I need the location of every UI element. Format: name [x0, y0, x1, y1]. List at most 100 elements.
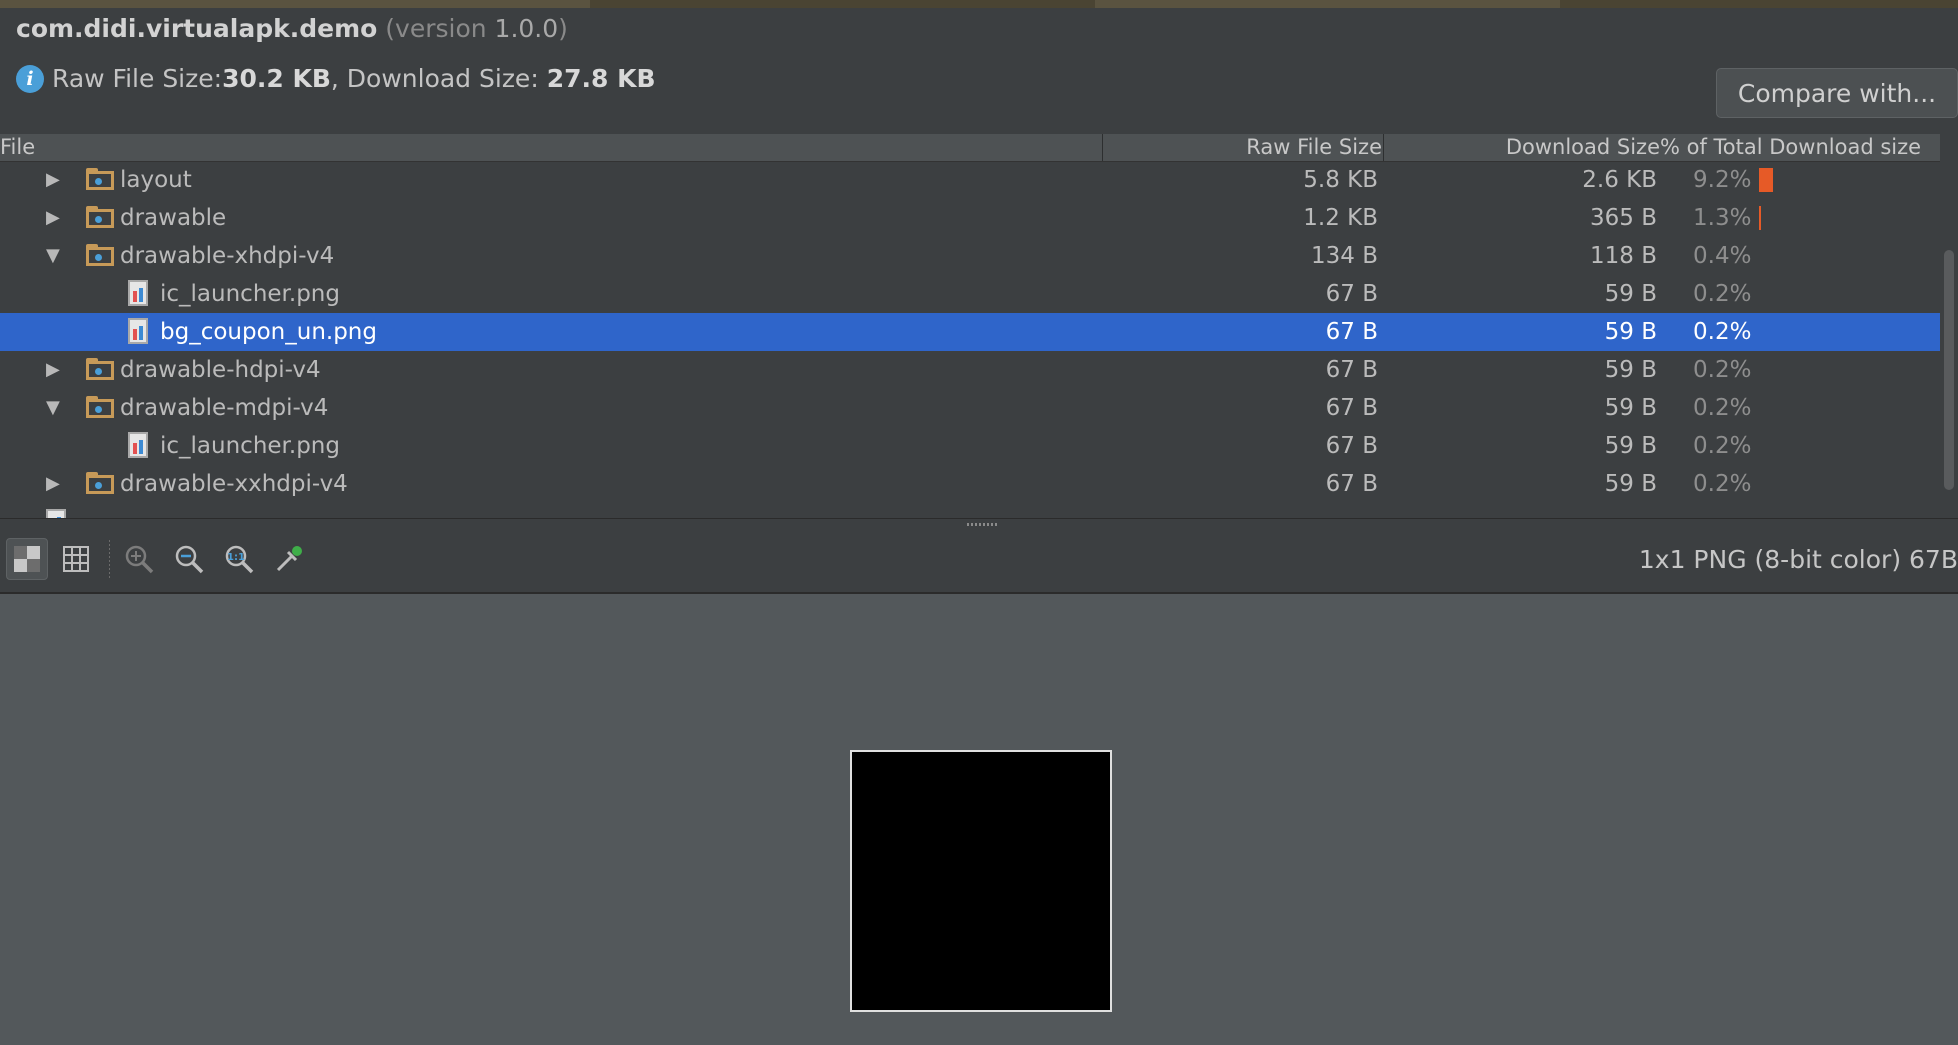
- tree-folder-row[interactable]: ▶ layout 5.8 KB 2.6 KB 9.2%: [0, 162, 1940, 199]
- folder-icon: [86, 396, 114, 418]
- download-size-cell: 59 B: [1604, 319, 1657, 345]
- folder-icon: [86, 206, 114, 228]
- folder-icon: [86, 472, 114, 494]
- raw-size-cell: 5.8 KB: [1303, 167, 1378, 193]
- download-size-cell: 59 B: [1604, 395, 1657, 421]
- zoom-in-button[interactable]: [118, 538, 160, 580]
- percent-cell: 0.2%: [1693, 319, 1752, 345]
- window-top-edge: [0, 0, 1958, 8]
- table-scrollbar[interactable]: [1944, 250, 1954, 490]
- tree-folder-row[interactable]: ▶ drawable-xxhdpi-v4 67 B 59 B 0.2%: [0, 465, 1940, 503]
- tree-file-row[interactable]: bg_coupon_un.png 67 B 59 B 0.2%: [0, 313, 1940, 351]
- file-name: drawable-mdpi-v4: [120, 395, 329, 421]
- file-tree-table: ▶ layout 5.8 KB 2.6 KB 9.2% ▶ drawable 1.2 KB 36…: [0, 162, 1940, 518]
- raw-size-cell: 67 B: [1325, 357, 1378, 383]
- toolbar-separator: [109, 540, 110, 580]
- expand-arrow-icon[interactable]: ▶: [46, 162, 66, 199]
- folder-icon: [86, 244, 114, 266]
- raw-size-cell: 134 B: [1311, 243, 1378, 269]
- raw-size-cell: 1.2 KB: [1303, 205, 1378, 231]
- image-info-label: 1x1 PNG (8-bit color) 67B: [1638, 545, 1958, 574]
- zoom-out-button[interactable]: [168, 538, 210, 580]
- download-size-cell: 2.6 KB: [1582, 167, 1657, 193]
- actual-size-button[interactable]: 1:1: [218, 538, 260, 580]
- file-name: drawable: [120, 205, 227, 231]
- file-name: drawable-xhdpi-v4: [120, 243, 335, 269]
- expand-arrow-icon[interactable]: ▶: [46, 465, 66, 503]
- file-name: layout: [120, 167, 192, 193]
- color-picker-button[interactable]: [268, 538, 310, 580]
- download-size-cell: 59 B: [1604, 357, 1657, 383]
- tree-folder-row[interactable]: ▼ drawable-xhdpi-v4 134 B 118 B 0.4%: [0, 237, 1940, 275]
- package-name: com.didi.virtualapk.demo: [16, 14, 378, 43]
- file-name: drawable-hdpi-v4: [120, 357, 321, 383]
- file-name: ic_launcher.png: [160, 281, 340, 307]
- column-header-percent[interactable]: % of Total Download size: [1660, 134, 1921, 161]
- svg-text:1:1: 1:1: [227, 552, 245, 563]
- percent-cell: 9.2%: [1693, 167, 1752, 193]
- folder-icon: [86, 168, 114, 190]
- grid-icon: [63, 546, 89, 572]
- download-size-value: 27.8 KB: [546, 64, 656, 93]
- version-number: 1.0.0: [494, 14, 559, 43]
- download-size-cell: 59 B: [1604, 433, 1657, 459]
- expand-arrow-icon[interactable]: ▶: [46, 351, 66, 389]
- png-file-icon: [128, 280, 148, 308]
- image-toolbar: 1:1 1x1 PNG (8-bit color) 67B: [0, 528, 1958, 593]
- collapse-arrow-icon[interactable]: ▼: [46, 237, 66, 275]
- file-icon: [46, 509, 66, 518]
- split-grip[interactable]: [967, 523, 997, 526]
- expand-arrow-icon[interactable]: ▶: [46, 199, 66, 237]
- grid-toggle-button[interactable]: [55, 538, 97, 580]
- info-icon: i: [16, 64, 44, 93]
- column-separator[interactable]: [1383, 134, 1384, 161]
- tree-folder-row[interactable]: ▶ drawable 1.2 KB 365 B 1.3%: [0, 199, 1940, 237]
- file-name: bg_coupon_un.png: [160, 319, 377, 345]
- transparency-chessboard-icon: [14, 546, 40, 572]
- download-size-cell: 365 B: [1590, 205, 1657, 231]
- download-size-cell: 59 B: [1604, 281, 1657, 307]
- raw-size-cell: 67 B: [1325, 319, 1378, 345]
- version-prefix: (version: [385, 14, 495, 43]
- raw-size-cell: 67 B: [1325, 281, 1378, 307]
- raw-size-value: 30.2 KB: [222, 64, 331, 93]
- png-preview-image: [850, 750, 1112, 1012]
- raw-size-cell: 67 B: [1325, 395, 1378, 421]
- file-name: drawable-xxhdpi-v4: [120, 471, 348, 497]
- chessboard-toggle-button[interactable]: [6, 538, 48, 580]
- png-file-icon: [128, 432, 148, 460]
- percent-cell: 0.2%: [1693, 471, 1752, 497]
- percent-cell: 1.3%: [1693, 205, 1752, 231]
- column-header-file[interactable]: File: [0, 134, 35, 161]
- tree-file-row[interactable]: ic_launcher.png 67 B 59 B 0.2%: [0, 275, 1940, 313]
- percent-bar: [1759, 168, 1773, 192]
- collapse-arrow-icon[interactable]: ▼: [46, 389, 66, 427]
- image-preview-area[interactable]: [0, 593, 1958, 1045]
- tree-file-row[interactable]: ic_launcher.png 67 B 59 B 0.2%: [0, 427, 1940, 465]
- version-suffix: ): [558, 14, 568, 43]
- compare-with-button[interactable]: Compare with...: [1716, 68, 1958, 118]
- raw-size-cell: 67 B: [1325, 433, 1378, 459]
- percent-cell: 0.2%: [1693, 433, 1752, 459]
- color-picker-icon: [276, 546, 302, 572]
- column-header-download-size[interactable]: Download Size: [1506, 134, 1660, 161]
- tree-row-clipped[interactable]: [0, 503, 1940, 518]
- download-size-cell: 118 B: [1590, 243, 1657, 269]
- column-separator[interactable]: [1102, 134, 1103, 161]
- table-header: File Raw File Size Download Size % of To…: [0, 134, 1940, 162]
- raw-size-cell: 67 B: [1325, 471, 1378, 497]
- percent-bar: [1759, 206, 1761, 230]
- download-size-cell: 59 B: [1604, 471, 1657, 497]
- download-size-label: , Download Size:: [330, 64, 547, 93]
- zoom-out-icon: [175, 545, 204, 574]
- tree-folder-row[interactable]: ▼ drawable-mdpi-v4 67 B 59 B 0.2%: [0, 389, 1940, 427]
- apk-title: com.didi.virtualapk.demo (version 1.0.0): [16, 14, 568, 43]
- file-name: ic_launcher.png: [160, 433, 340, 459]
- png-file-icon: [128, 318, 148, 346]
- percent-cell: 0.2%: [1693, 281, 1752, 307]
- raw-size-label: Raw File Size:: [52, 64, 223, 93]
- column-header-raw-size[interactable]: Raw File Size: [1246, 134, 1382, 161]
- tree-folder-row[interactable]: ▶ drawable-hdpi-v4 67 B 59 B 0.2%: [0, 351, 1940, 389]
- zoom-in-icon: [125, 545, 154, 574]
- apk-size-summary: i Raw File Size: 30.2 KB , Download Size…: [16, 64, 656, 93]
